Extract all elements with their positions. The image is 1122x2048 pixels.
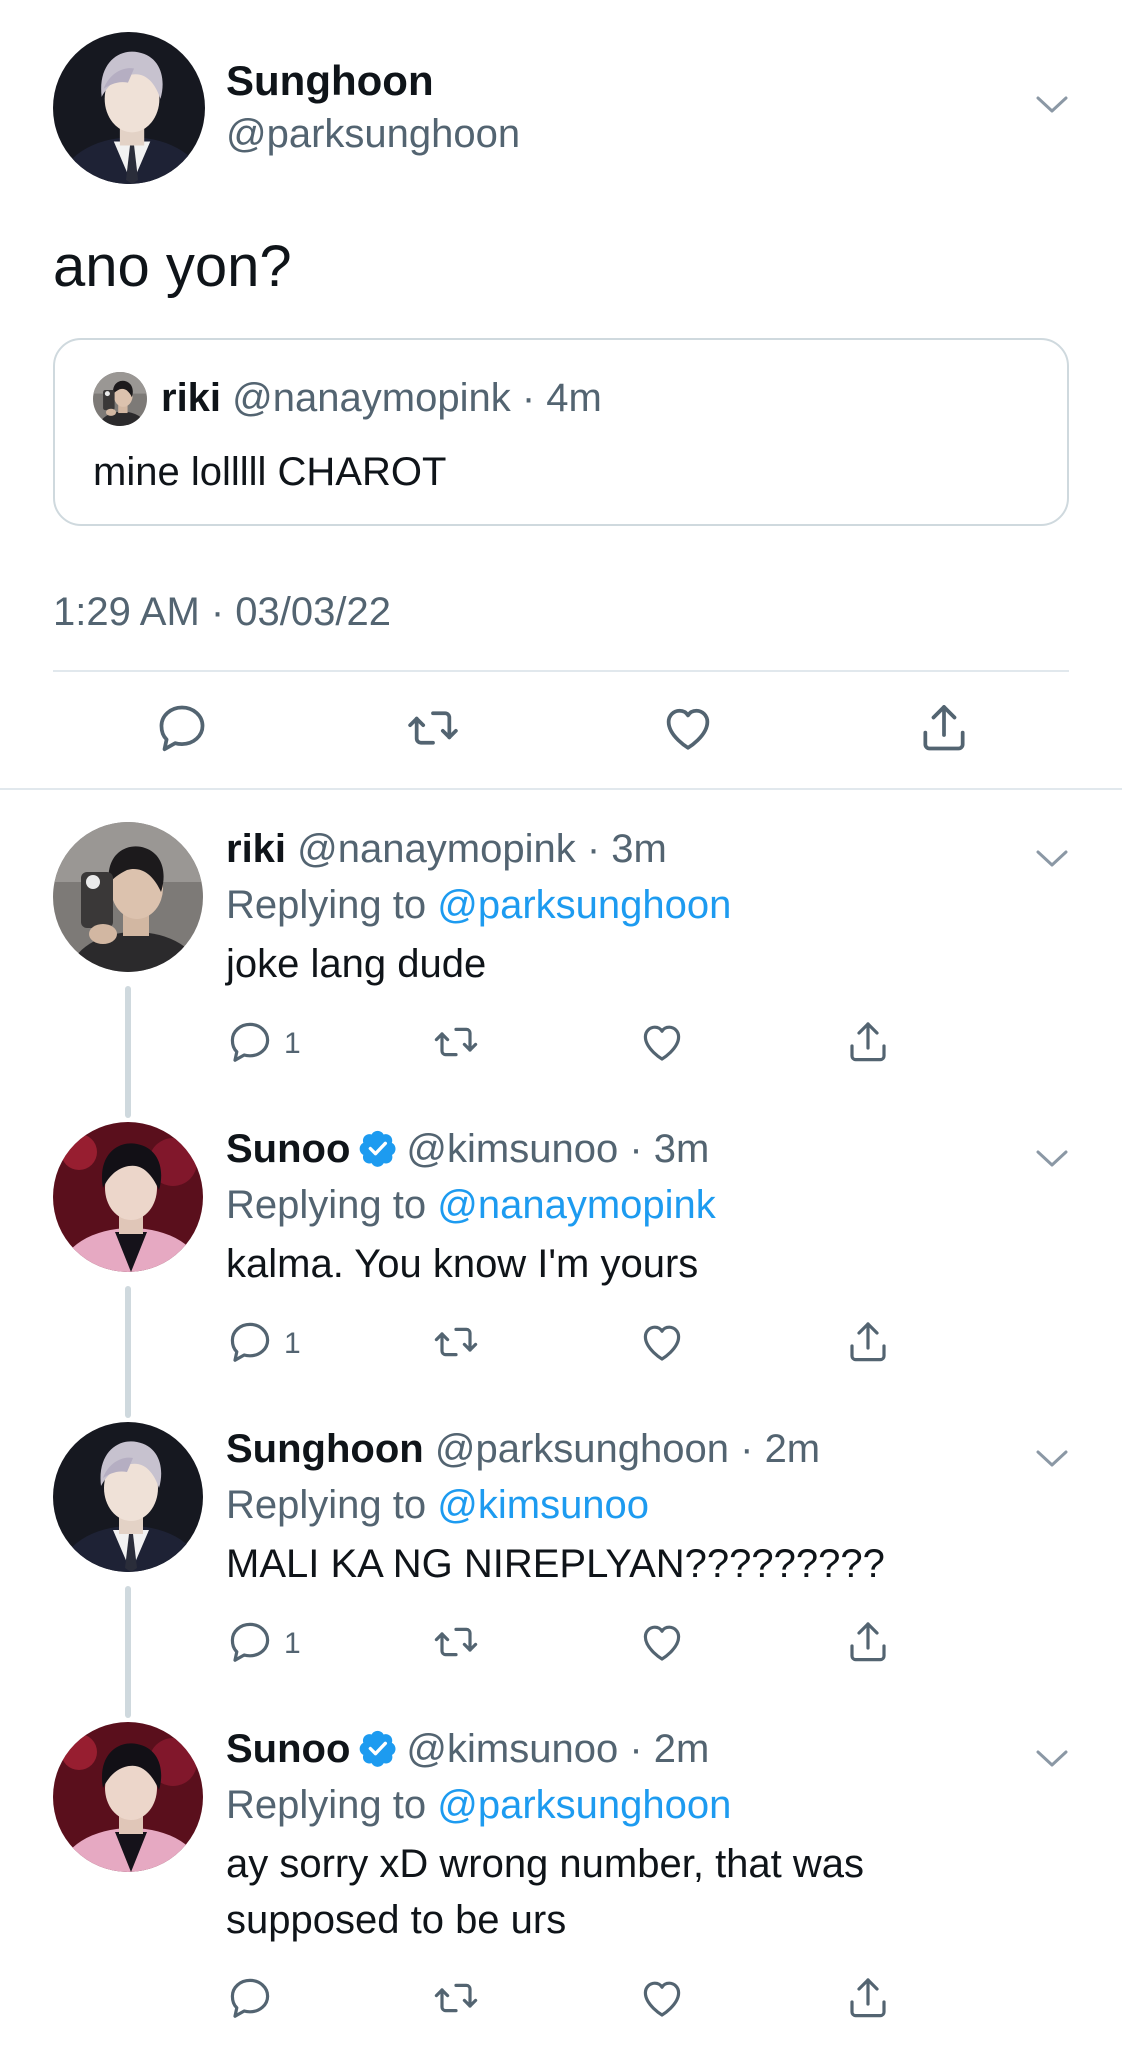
reply-count: 1 <box>284 1327 301 1360</box>
replying-label: Replying to <box>226 1783 427 1827</box>
retweet-icon[interactable] <box>405 700 461 756</box>
like-icon[interactable] <box>638 1618 686 1666</box>
replying-to: Replying to @nanaymopink <box>226 1180 716 1230</box>
thread-line <box>125 986 131 1118</box>
reply-count: 1 <box>284 1627 301 1660</box>
mention-link[interactable]: @parksunghoon <box>437 883 731 927</box>
mention-link[interactable]: @nanaymopink <box>437 1183 716 1227</box>
replying-to: Replying to @parksunghoon <box>226 1780 731 1830</box>
reply-time: 2m <box>653 1727 710 1771</box>
separator-dot: · <box>629 1727 643 1771</box>
reply-time: 2m <box>764 1427 821 1471</box>
tweet-actions <box>0 694 1122 764</box>
like-icon[interactable] <box>660 700 716 756</box>
reply-actions: 1 <box>226 1618 926 1678</box>
chevron-down-icon[interactable] <box>1032 1444 1072 1474</box>
author-handle[interactable]: @nanaymopink <box>297 827 576 871</box>
reply-header: Sunoo @kimsunoo · 2m <box>226 1724 709 1774</box>
reply-text: ay sorry xD wrong number, that was suppo… <box>226 1842 865 1942</box>
chevron-down-icon[interactable] <box>1032 90 1072 120</box>
author-handle[interactable]: @kimsunoo <box>406 1727 618 1771</box>
chevron-down-icon[interactable] <box>1032 1144 1072 1174</box>
tweet-text: ano yon? <box>53 234 292 299</box>
thread-line <box>125 1586 131 1718</box>
reply-text: kalma. You know I'm yours <box>226 1242 699 1286</box>
author-name[interactable]: Sunoo <box>226 1727 350 1771</box>
avatar[interactable] <box>53 1722 203 1872</box>
author-name[interactable]: Sunghoon <box>226 1427 424 1471</box>
retweet-icon[interactable] <box>432 1618 480 1666</box>
avatar[interactable] <box>53 1422 203 1572</box>
quoted-author-name: riki <box>161 376 222 420</box>
separator-dot: · <box>629 1127 643 1171</box>
share-icon[interactable] <box>844 1318 892 1366</box>
thread-line <box>125 1286 131 1418</box>
replying-label: Replying to <box>226 1183 427 1227</box>
chevron-down-icon[interactable] <box>1032 844 1072 874</box>
reply-time: 3m <box>611 827 667 871</box>
verified-badge-icon <box>358 1128 398 1168</box>
like-icon[interactable] <box>638 1018 686 1066</box>
verified-badge-icon <box>358 1728 398 1768</box>
avatar <box>93 372 147 426</box>
mention-link[interactable]: @kimsunoo <box>437 1483 649 1527</box>
separator-dot: · <box>740 1427 754 1471</box>
author-handle[interactable]: @parksunghoon <box>226 110 520 158</box>
replying-label: Replying to <box>226 1483 427 1527</box>
replying-to: Replying to @kimsunoo <box>226 1480 649 1530</box>
quoted-tweet[interactable]: riki @nanaymopink · 4m mine lolllll CHAR… <box>53 338 1069 526</box>
reply-header: Sunghoon @parksunghoon · 2m <box>226 1424 820 1474</box>
avatar[interactable] <box>53 822 203 972</box>
divider <box>0 788 1122 790</box>
author-name[interactable]: Sunghoon <box>226 56 434 106</box>
reply-icon[interactable]: 1 <box>226 1318 301 1366</box>
author-handle[interactable]: @kimsunoo <box>406 1127 618 1171</box>
reply-actions: 1 <box>226 1018 926 1078</box>
quoted-time: 4m <box>546 376 602 420</box>
reply-text: MALI KA NG NIREPLYAN????????? <box>226 1542 885 1586</box>
reply-time: 3m <box>653 1127 710 1171</box>
retweet-icon[interactable] <box>432 1318 480 1366</box>
like-icon[interactable] <box>638 1974 686 2022</box>
separator-dot: · <box>521 376 536 420</box>
like-icon[interactable] <box>638 1318 686 1366</box>
reply-icon[interactable]: 1 <box>226 1018 301 1066</box>
retweet-icon[interactable] <box>432 1018 480 1066</box>
reply-header: Sunoo @kimsunoo · 3m <box>226 1124 709 1174</box>
reply-actions <box>226 1974 926 2034</box>
author-name[interactable]: Sunoo <box>226 1127 350 1171</box>
reply-icon[interactable]: 1 <box>226 1618 301 1666</box>
share-icon[interactable] <box>916 700 972 756</box>
reply-icon[interactable] <box>154 700 210 756</box>
reply-text: joke lang dude <box>226 942 487 986</box>
reply-header: riki @nanaymopink · 3m <box>226 824 667 874</box>
share-icon[interactable] <box>844 1974 892 2022</box>
replying-to: Replying to @parksunghoon <box>226 880 731 930</box>
replying-label: Replying to <box>226 883 427 927</box>
quoted-author-handle: @nanaymopink <box>232 376 511 420</box>
tweet-timestamp[interactable]: 1:29 AM · 03/03/22 <box>53 587 391 637</box>
avatar[interactable] <box>53 32 205 184</box>
retweet-icon[interactable] <box>432 1974 480 2022</box>
separator-dot: · <box>586 827 601 871</box>
share-icon[interactable] <box>844 1618 892 1666</box>
quoted-tweet-header: riki @nanaymopink · 4m <box>161 374 602 422</box>
reply-count: 1 <box>284 1027 301 1060</box>
quoted-tweet-text: mine lolllll CHAROT <box>93 450 447 494</box>
author-name[interactable]: riki <box>226 827 286 871</box>
reply-icon[interactable] <box>226 1974 274 2022</box>
avatar[interactable] <box>53 1122 203 1272</box>
share-icon[interactable] <box>844 1018 892 1066</box>
author-handle[interactable]: @parksunghoon <box>435 1427 729 1471</box>
mention-link[interactable]: @parksunghoon <box>437 1783 731 1827</box>
chevron-down-icon[interactable] <box>1032 1744 1072 1774</box>
reply-actions: 1 <box>226 1318 926 1378</box>
divider <box>53 670 1069 672</box>
